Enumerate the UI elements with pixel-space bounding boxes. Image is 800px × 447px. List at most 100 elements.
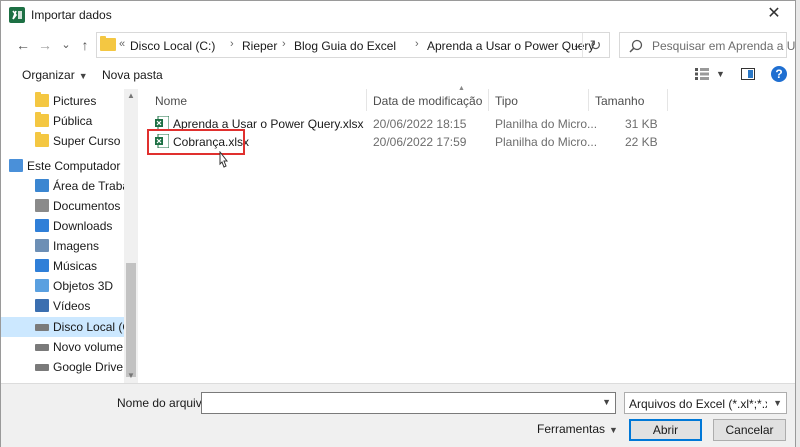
file-size: 31 KB (625, 117, 658, 131)
tools-label: Ferramentas (537, 422, 606, 436)
address-dropdown-icon[interactable]: ⌄ (573, 40, 581, 51)
drive-icon (35, 344, 49, 351)
file-date: 20/06/2022 18:15 (373, 117, 467, 131)
computer-icon (9, 159, 23, 172)
scroll-down-icon[interactable]: ▼ (124, 371, 138, 380)
close-button[interactable]: ✕ (759, 3, 789, 25)
column-type[interactable]: Tipo (495, 94, 518, 108)
drive-icon (35, 324, 49, 331)
highlight-box (147, 129, 245, 155)
desktop-icon (35, 179, 49, 192)
column-divider[interactable] (667, 89, 668, 111)
breadcrumb-rieper[interactable]: Rieper (242, 39, 277, 53)
tree-item[interactable]: Este Computador (1, 156, 125, 176)
breadcrumb-overflow[interactable]: « (119, 38, 125, 50)
documents-icon (35, 199, 49, 212)
music-icon (35, 259, 49, 272)
breadcrumb-power-query[interactable]: Aprenda a Usar o Power Query (427, 39, 594, 53)
breadcrumb-blog[interactable]: Blog Guia do Excel (294, 39, 396, 53)
tree-item[interactable]: Área de Trabalho (1, 176, 138, 196)
tools-menu[interactable]: Ferramentas ▼ (537, 422, 618, 436)
recent-locations-chevron-icon[interactable]: ⌄ (56, 35, 76, 55)
preview-pane-icon[interactable] (741, 68, 755, 80)
mouse-cursor-icon (219, 151, 229, 168)
address-bar[interactable]: « Disco Local (C:) › Rieper › Blog Guia … (96, 32, 610, 58)
pictures-icon (35, 239, 49, 252)
cancel-button[interactable]: Cancelar (713, 419, 786, 441)
navigation-pane: Pictures Pública Super Curso Das Este Compu… (1, 89, 138, 383)
tree-item-label: Pictures (53, 94, 97, 108)
scrollbar-thumb[interactable] (126, 263, 136, 377)
chevron-down-icon[interactable]: ▼ (773, 398, 782, 408)
tree-item[interactable]: Pública (1, 111, 125, 131)
drive-icon (35, 364, 49, 371)
breadcrumb-disk[interactable]: Disco Local (C:) (130, 39, 215, 53)
open-button[interactable]: Abrir (629, 419, 702, 441)
file-type-filter-select[interactable]: Arquivos do Excel (*.xl*;*.xlsx;*. ▼ (624, 392, 787, 414)
search-placeholder: Pesquisar em Aprenda a Usar o... (652, 39, 800, 53)
title-bar: Importar dados ✕ (1, 1, 795, 29)
navigation-scrollbar[interactable]: ▲ ▼ (124, 89, 138, 383)
column-divider[interactable] (366, 89, 367, 111)
breadcrumb-separator: › (282, 38, 286, 50)
filename-dropdown-icon[interactable]: ▼ (602, 397, 611, 407)
tree-item-label: Documentos (53, 199, 121, 213)
tree-item[interactable]: Imagens (1, 236, 125, 256)
tree-item[interactable]: Google Drive (G: (1, 357, 138, 377)
tree-item[interactable]: Pictures (1, 91, 125, 111)
search-box[interactable]: Pesquisar em Aprenda a Usar o... (619, 32, 800, 58)
tree-item-label: Downloads (53, 219, 113, 233)
column-name[interactable]: Nome (155, 94, 187, 108)
back-arrow-icon[interactable]: ← (13, 35, 33, 55)
view-caret-icon[interactable]: ▼ (716, 69, 725, 79)
filename-label: Nome do arquivo: (117, 396, 212, 410)
file-list-header: Nome ▲ Data de modificação Tipo Tamanho (147, 85, 787, 111)
tree-item-label: Imagens (53, 239, 100, 253)
file-type: Planilha do Micro... (495, 135, 598, 149)
command-toolbar: Organizar ▼ Nova pasta ▼ ? (1, 63, 795, 87)
file-size: 22 KB (625, 135, 658, 149)
forward-arrow-icon[interactable]: → (35, 35, 55, 55)
tree-item-label: Este Computador (27, 159, 121, 173)
tree-item[interactable]: Disco Local (C:) (1, 317, 138, 337)
file-date: 20/06/2022 17:59 (373, 135, 467, 149)
tree-item[interactable]: Novo volume (E (1, 337, 138, 357)
excel-file-icon (155, 116, 169, 130)
objects3d-icon (35, 279, 49, 292)
import-data-dialog: Importar dados ✕ ← → ⌄ ↑ « Disco Local (… (0, 0, 800, 447)
sort-indicator-icon: ▲ (458, 85, 465, 92)
breadcrumb-separator: › (230, 38, 234, 50)
column-divider[interactable] (588, 89, 589, 111)
dialog-footer: Nome do arquivo: ▼ Arquivos do Excel (*.… (1, 383, 795, 447)
refresh-icon[interactable]: ↻ (582, 33, 608, 57)
caret-down-icon: ▼ (78, 71, 88, 81)
new-folder-button[interactable]: Nova pasta (102, 68, 163, 82)
breadcrumb-separator: › (415, 38, 419, 50)
caret-down-icon: ▼ (609, 425, 618, 435)
organize-menu[interactable]: Organizar ▼ (22, 68, 88, 82)
column-size[interactable]: Tamanho (595, 94, 644, 108)
column-date[interactable]: Data de modificação (373, 94, 482, 108)
tree-item[interactable]: Músicas (1, 256, 125, 276)
tree-item[interactable]: Objetos 3D (1, 276, 125, 296)
help-icon[interactable]: ? (771, 66, 787, 82)
tree-item[interactable]: Documentos (1, 196, 125, 216)
folder-icon (35, 132, 49, 147)
view-options-icon[interactable] (695, 68, 709, 80)
folder-icon (100, 36, 116, 51)
scroll-up-icon[interactable]: ▲ (124, 91, 138, 100)
file-type-filter-value: Arquivos do Excel (*.xl*;*.xlsx;*. (629, 397, 767, 411)
window-edge (796, 0, 800, 447)
up-arrow-icon[interactable]: ↑ (75, 35, 95, 55)
tree-item[interactable]: Downloads (1, 216, 125, 236)
tree-item[interactable]: Super Curso Das (1, 131, 138, 151)
filename-input[interactable]: ▼ (201, 392, 616, 414)
organize-label: Organizar (22, 68, 75, 82)
column-divider[interactable] (488, 89, 489, 111)
window-title: Importar dados (31, 8, 112, 22)
file-type: Planilha do Micro... (495, 117, 598, 131)
tree-item-label: Vídeos (53, 299, 91, 313)
excel-app-icon (9, 7, 25, 23)
tree-item-label: Objetos 3D (53, 279, 114, 293)
tree-item[interactable]: Vídeos (1, 296, 125, 316)
